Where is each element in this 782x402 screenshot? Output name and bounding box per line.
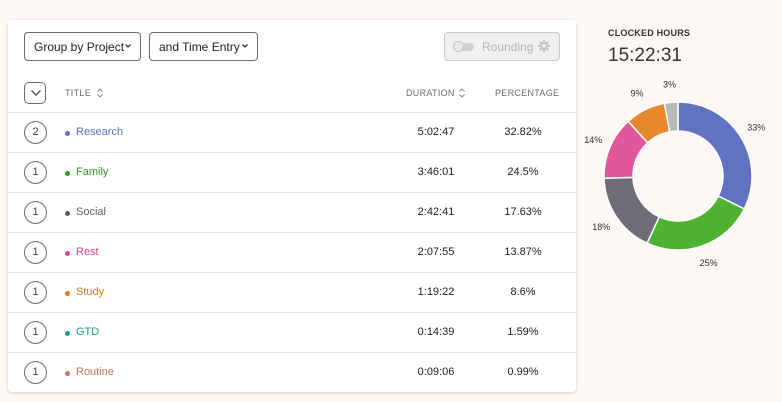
percentage-column-header: PERCENTAGE <box>495 88 559 98</box>
percentage-value: 0.99% <box>507 366 539 378</box>
project-name: Social <box>76 206 106 218</box>
secondary-group-dropdown[interactable]: and Time Entry <box>149 32 258 61</box>
donut-slice-label: 9% <box>630 89 643 99</box>
clocked-hours-value: 15:22:31 <box>608 45 682 66</box>
toolbar: Group by Project and Time Entry Rounding <box>8 20 576 76</box>
donut-slice-label: 18% <box>592 222 610 232</box>
project-name: GTD <box>76 326 100 338</box>
duration-value: 2:42:41 <box>417 206 455 218</box>
project-color-dot <box>65 331 70 336</box>
project-name: Study <box>76 286 105 298</box>
entry-count[interactable]: 1 <box>24 281 47 304</box>
project-donut-chart: 33% 25% 18% 14% 9% 3% <box>584 79 765 268</box>
project-color-dot <box>65 211 70 216</box>
entry-count[interactable]: 1 <box>24 161 47 184</box>
duration-value: 2:07:55 <box>417 246 455 258</box>
chevron-down-icon <box>242 44 248 48</box>
project-name: Family <box>76 166 109 178</box>
table-row[interactable]: 1 GTD 0:14:39 1.59% <box>8 313 576 353</box>
table-row[interactable]: 1 Social 2:42:41 17.63% <box>8 193 576 233</box>
donut-slice-label: 33% <box>747 123 765 133</box>
percentage-value: 1.59% <box>507 326 539 338</box>
clocked-hours-label: CLOCKED HOURS <box>608 28 691 38</box>
project-color-dot <box>65 171 70 176</box>
table-row[interactable]: 1 Family 3:46:01 24.5% <box>8 153 576 193</box>
table-row[interactable]: 1 Study 1:19:22 8.6% <box>8 273 576 313</box>
donut-slice-label: 25% <box>700 258 718 268</box>
project-color-dot <box>65 371 70 376</box>
percentage-value: 17.63% <box>504 206 542 218</box>
rounding-toggle[interactable] <box>453 41 474 52</box>
donut-slice[interactable] <box>646 195 746 251</box>
group-by-dropdown[interactable]: Group by Project <box>24 32 141 61</box>
percentage-value: 32.82% <box>504 126 542 138</box>
title-column-header[interactable]: TITLE <box>65 88 103 98</box>
project-color-dot <box>65 131 70 136</box>
entry-count[interactable]: 2 <box>24 121 47 144</box>
secondary-group-label: and Time Entry <box>159 39 240 54</box>
gear-icon[interactable] <box>537 39 551 53</box>
donut-slice-label: 14% <box>584 135 602 145</box>
duration-value: 1:19:22 <box>417 286 455 298</box>
duration-header-label: DURATION <box>406 88 455 98</box>
donut-slice-label: 3% <box>663 79 676 89</box>
duration-value: 3:46:01 <box>417 166 455 178</box>
group-by-label: Group by Project <box>34 39 125 54</box>
table-header: TITLE DURATION PERCENTAGE <box>8 76 576 113</box>
project-name: Routine <box>76 366 114 378</box>
chevron-down-icon <box>31 90 41 96</box>
donut-slice[interactable] <box>603 176 661 245</box>
table-row[interactable]: 2 Research 5:02:47 32.82% <box>8 113 576 153</box>
rounding-label: Rounding <box>482 40 534 54</box>
donut-slice[interactable] <box>677 101 753 210</box>
entry-count[interactable]: 1 <box>24 361 47 384</box>
percentage-value: 8.6% <box>510 286 536 298</box>
duration-value: 0:14:39 <box>417 326 455 338</box>
duration-column-header[interactable]: DURATION <box>406 88 465 98</box>
percentage-header-label: PERCENTAGE <box>495 88 560 98</box>
report-card: Group by Project and Time Entry Rounding <box>8 20 576 392</box>
percentage-value: 13.87% <box>504 246 542 258</box>
entry-count[interactable]: 1 <box>24 321 47 344</box>
percentage-value: 24.5% <box>507 166 539 178</box>
table-row[interactable]: 1 Rest 2:07:55 13.87% <box>8 233 576 273</box>
duration-value: 5:02:47 <box>417 126 455 138</box>
expand-all-button[interactable] <box>24 82 46 104</box>
chevron-down-icon <box>125 44 131 48</box>
project-color-dot <box>65 251 70 256</box>
title-header-label: TITLE <box>65 88 92 98</box>
project-name: Rest <box>76 246 99 258</box>
duration-value: 0:09:06 <box>417 366 455 378</box>
entry-count[interactable]: 1 <box>24 241 47 264</box>
project-color-dot <box>65 291 70 296</box>
table-row[interactable]: 1 Routine 0:09:06 0.99% <box>8 353 576 392</box>
project-name: Research <box>76 126 124 138</box>
entry-count[interactable]: 1 <box>24 201 47 224</box>
sort-icon <box>97 88 103 98</box>
rounding-button[interactable]: Rounding <box>444 32 560 61</box>
sort-icon <box>459 88 465 98</box>
